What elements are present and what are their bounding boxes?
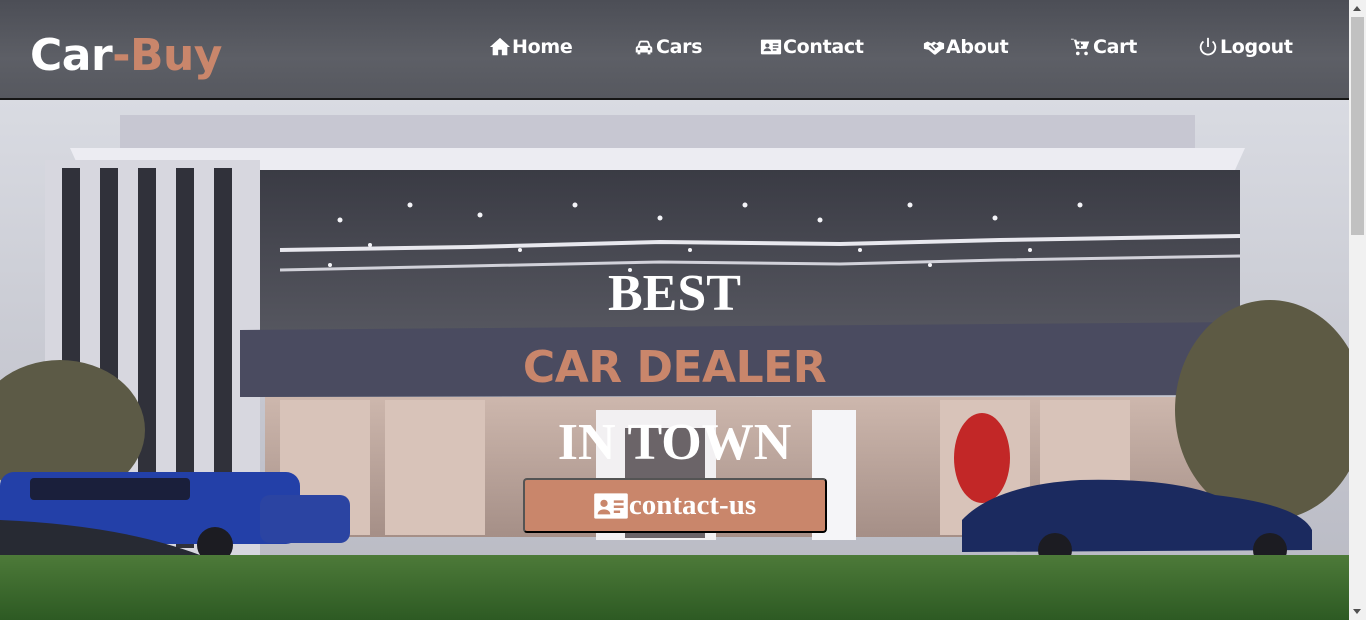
scroll-up-arrow[interactable] (1349, 0, 1366, 17)
handshake-icon (923, 41, 945, 55)
nav-home-label: Home (512, 36, 573, 58)
nav-contact[interactable]: Contact (760, 36, 864, 58)
cart-icon (1070, 38, 1090, 56)
car-icon (635, 40, 653, 55)
hero-section: BEST CAR DEALER IN TOWN contact-us (0, 100, 1349, 620)
site-header: Car-Buy Home Cars Contact About Cart Log… (0, 0, 1349, 100)
nav-logout-label: Logout (1220, 36, 1293, 58)
hero-title-best: BEST (608, 265, 741, 322)
nav-cars[interactable]: Cars (633, 36, 703, 58)
nav-home[interactable]: Home (489, 36, 573, 58)
nav-about-label: About (946, 36, 1009, 58)
id-card-icon (594, 492, 628, 519)
main-nav: Home Cars Contact About Cart Logout (0, 36, 1349, 64)
nav-about[interactable]: About (923, 36, 1009, 58)
nav-logout[interactable]: Logout (1197, 36, 1293, 58)
nav-cart[interactable]: Cart (1070, 36, 1137, 58)
nav-contact-label: Contact (783, 36, 864, 58)
contact-us-label: contact-us (628, 489, 757, 521)
scroll-down-arrow[interactable] (1349, 603, 1366, 620)
contact-us-button[interactable]: contact-us (523, 478, 827, 533)
vertical-scrollbar[interactable] (1349, 0, 1366, 620)
scroll-thumb[interactable] (1351, 17, 1364, 235)
hero-title-in-town: IN TOWN (557, 414, 792, 471)
power-icon (1199, 37, 1217, 56)
home-icon (489, 37, 511, 56)
nav-cars-label: Cars (656, 36, 703, 58)
id-card-icon (760, 39, 782, 55)
nav-cart-label: Cart (1093, 36, 1138, 58)
hero-title-car-dealer: CAR DEALER (522, 342, 827, 393)
